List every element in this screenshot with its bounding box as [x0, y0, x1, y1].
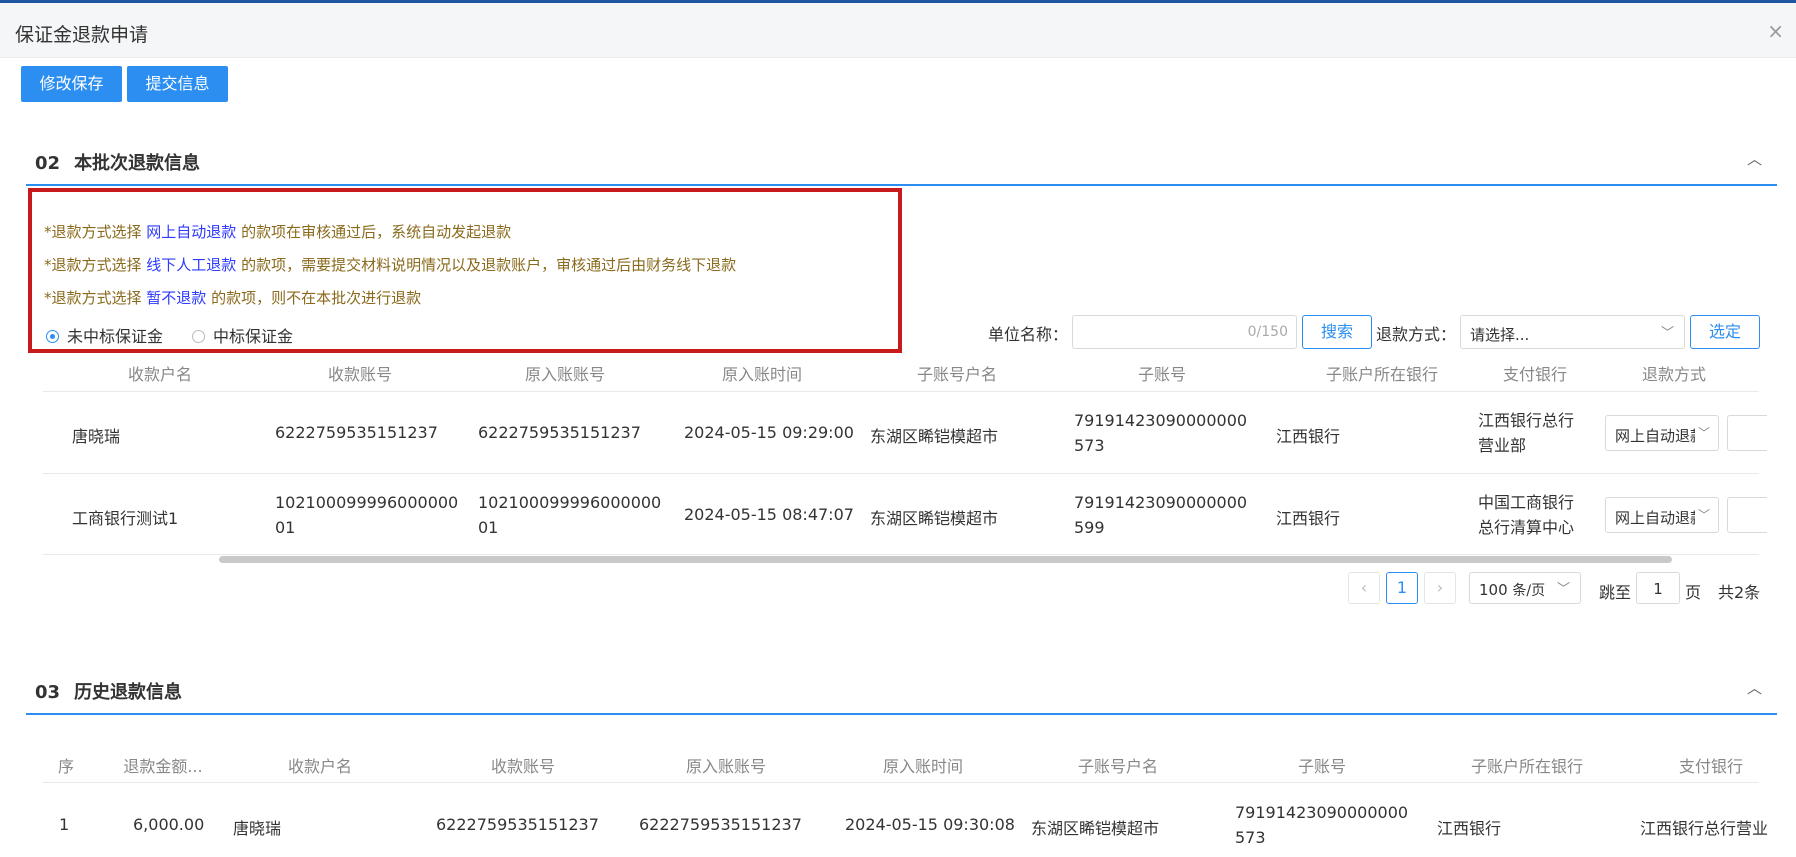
close-icon[interactable]: ×: [1767, 19, 1784, 43]
char-counter: 0/150: [1247, 324, 1288, 340]
cell-payee: 唐晓瑞: [72, 427, 121, 446]
section-refund-info-title: 02 本批次退款信息: [35, 149, 200, 175]
col-orig-time: 原入账时间: [721, 365, 802, 384]
modify-save-button[interactable]: 修改保存: [21, 66, 122, 102]
col-sub-name: 子账号户名: [916, 365, 997, 384]
section-title-text: 历史退款信息: [74, 682, 183, 703]
col-payee: 收款户名: [127, 365, 192, 384]
row-extra-input[interactable]: [1727, 415, 1767, 451]
col-sub-bank: 子账户所在银行: [1325, 365, 1438, 384]
cell-orig-time: 2024-05-15 09:29:00: [684, 423, 854, 442]
cell-sub-bank: 江西银行: [1437, 819, 1502, 838]
col-orig-account: 原入账账号: [685, 757, 766, 776]
cell-account: 10210009999600000001: [275, 493, 459, 537]
table-divider: [43, 782, 1759, 783]
cell-seq: 1: [59, 815, 70, 834]
cell-pay-bank: 中国工商银行总行清算中心: [1478, 493, 1575, 537]
section-divider: [26, 713, 1777, 715]
cell-orig-time: 2024-05-15 08:47:07: [684, 505, 854, 524]
section-number: 03: [35, 682, 61, 703]
unit-name-label: 单位名称：: [988, 325, 1069, 344]
cell-orig-account: 6222759535151237: [639, 815, 802, 834]
notice-line-hold: *退款方式选择 暂不退款 的款项，则不在本批次进行退款: [44, 289, 422, 307]
col-payee: 收款户名: [287, 757, 352, 776]
confirm-select-button[interactable]: 选定: [1690, 315, 1760, 349]
select-placeholder: 请选择...: [1470, 326, 1530, 344]
chevron-down-icon: ﹀: [1697, 426, 1710, 440]
col-sub-bank: 子账户所在银行: [1470, 757, 1583, 776]
col-refund-method: 退款方式: [1641, 365, 1706, 384]
chevron-down-icon: ﹀: [1697, 508, 1710, 522]
cell-sub-account: 79191423090000000599: [1074, 493, 1248, 537]
col-orig-time: 原入账时间: [882, 757, 963, 776]
submit-info-button[interactable]: 提交信息: [127, 66, 228, 102]
cell-orig-account: 6222759535151237: [478, 423, 641, 442]
cell-orig-account: 10210009999600000001: [478, 493, 662, 537]
cell-sub-name: 东湖区睎铠模超市: [1031, 819, 1160, 838]
radio-checked-icon: [46, 330, 59, 343]
section-history-title: 03 历史退款信息: [35, 678, 182, 704]
chevron-down-icon: ﹀: [1660, 326, 1674, 341]
section-title-text: 本批次退款信息: [74, 153, 201, 174]
radio-won-deposit[interactable]: 中标保证金: [192, 323, 293, 347]
collapse-icon[interactable]: ︿: [1747, 148, 1762, 169]
jump-page-input[interactable]: 1: [1636, 572, 1680, 604]
page-number-button[interactable]: 1: [1386, 572, 1418, 604]
page-unit-label: 页: [1685, 583, 1702, 602]
col-seq: 序: [57, 757, 74, 776]
cell-account: 6222759535151237: [436, 815, 599, 834]
refund-method-label: 退款方式：: [1376, 325, 1457, 344]
prev-page-icon[interactable]: ‹: [1348, 572, 1380, 604]
cell-pay-bank: 江西银行总行营业: [1640, 819, 1769, 838]
cell-pay-bank: 江西银行总行营业部: [1478, 411, 1575, 455]
refund-method-select[interactable]: 请选择... ﹀: [1460, 315, 1685, 349]
col-pay-bank: 支付银行: [1502, 365, 1567, 384]
search-button[interactable]: 搜索: [1302, 315, 1372, 349]
collapse-icon[interactable]: ︿: [1747, 677, 1762, 698]
col-account: 收款账号: [490, 757, 555, 776]
col-account: 收款账号: [327, 365, 392, 384]
radio-unwon-deposit[interactable]: 未中标保证金: [46, 323, 163, 347]
section-number: 02: [35, 153, 61, 174]
unit-name-input[interactable]: 0/150: [1072, 315, 1297, 349]
cell-sub-bank: 江西银行: [1276, 427, 1341, 446]
next-page-icon[interactable]: ›: [1424, 572, 1456, 604]
cell-payee: 唐晓瑞: [233, 819, 282, 838]
cell-sub-account: 79191423090000000573: [1074, 411, 1248, 455]
row-refund-method-select[interactable]: 网上自动退款 ﹀: [1605, 497, 1719, 533]
cell-sub-name: 东湖区睎铠模超市: [870, 509, 999, 528]
col-pay-bank: 支付银行: [1678, 757, 1743, 776]
cell-orig-time: 2024-05-15 09:30:08: [845, 815, 1015, 834]
col-sub-account: 子账号: [1297, 757, 1346, 776]
jump-label: 跳至: [1599, 583, 1632, 602]
row-refund-method-select[interactable]: 网上自动退款 ﹀: [1605, 415, 1719, 451]
horizontal-scrollbar[interactable]: [219, 556, 1672, 563]
section-divider: [26, 184, 1777, 186]
cell-account: 6222759535151237: [275, 423, 438, 442]
dialog-title: 保证金退款申请: [15, 24, 149, 46]
col-orig-account: 原入账账号: [524, 365, 605, 384]
table-divider: [43, 473, 1759, 474]
row-extra-input[interactable]: [1727, 497, 1767, 533]
col-sub-account: 子账号: [1137, 365, 1186, 384]
cell-payee: 工商银行测试1: [72, 509, 179, 528]
col-sub-name: 子账号户名: [1077, 757, 1158, 776]
cell-sub-bank: 江西银行: [1276, 509, 1341, 528]
radio-unchecked-icon: [192, 330, 205, 343]
cell-amount: 6,000.00: [133, 815, 205, 834]
chevron-down-icon: ﹀: [1556, 582, 1570, 597]
notice-line-online: *退款方式选择 网上自动退款 的款项在审核通过后，系统自动发起退款: [44, 223, 512, 241]
notice-line-offline: *退款方式选择 线下人工退款 的款项，需要提交材料说明情况以及退款账户，审核通过…: [44, 256, 737, 274]
total-count: 共2条: [1718, 583, 1761, 602]
col-amount: 退款金额...: [123, 757, 203, 776]
cell-sub-account: 79191423090000000573: [1235, 803, 1409, 847]
dialog-header: 保证金退款申请 ×: [0, 3, 1796, 58]
cell-sub-name: 东湖区睎铠模超市: [870, 427, 999, 446]
table-divider: [43, 391, 1759, 392]
page-size-select[interactable]: 100 条/页 ﹀: [1469, 572, 1581, 604]
